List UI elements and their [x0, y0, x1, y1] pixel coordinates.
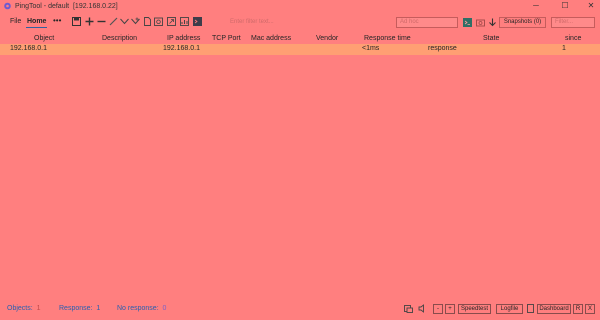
- app-name: PingTool - default: [15, 3, 70, 10]
- download-arrow-icon[interactable]: [488, 18, 497, 27]
- cell-ip-address: 192.168.0.1: [163, 45, 200, 52]
- cell-response-time: <1ms: [362, 45, 380, 52]
- filter-input[interactable]: Filter...: [551, 17, 595, 28]
- snapshots-button[interactable]: Snapshots (0): [499, 17, 546, 28]
- cell-state: response: [428, 45, 457, 52]
- host-address: [192.168.0.22]: [72, 3, 118, 10]
- window-title: PingTool - default [192.168.0.22]: [15, 3, 118, 10]
- terminal-icon[interactable]: [193, 17, 202, 26]
- column-header-state[interactable]: State: [483, 35, 499, 42]
- no-response-label: No response:: [117, 305, 159, 312]
- table-row[interactable]: [0, 44, 600, 55]
- tag-icon[interactable]: [120, 17, 129, 26]
- sound-icon[interactable]: [418, 304, 427, 313]
- column-header-mac-address[interactable]: Mac address: [251, 35, 291, 42]
- clock-icon[interactable]: [154, 17, 163, 26]
- cell-object: 192.168.0.1: [10, 45, 47, 52]
- response-label: Response:: [59, 305, 93, 312]
- close-button[interactable]: ✕: [582, 1, 600, 11]
- dashboard-button[interactable]: Dashboard: [537, 304, 571, 314]
- menu-more[interactable]: •••: [53, 16, 61, 25]
- x-button[interactable]: X: [585, 304, 595, 314]
- app-logo-icon: [3, 2, 12, 10]
- command-prompt-icon[interactable]: [463, 18, 472, 27]
- zoom-in-button[interactable]: +: [445, 304, 455, 314]
- column-header-object[interactable]: Object: [34, 35, 54, 42]
- chart-icon[interactable]: [180, 17, 189, 26]
- maximize-button[interactable]: ☐: [556, 1, 574, 11]
- minimize-button[interactable]: ─: [527, 1, 545, 11]
- edit-icon[interactable]: [109, 17, 118, 26]
- network-icon[interactable]: [404, 304, 413, 313]
- column-header-description[interactable]: Description: [102, 35, 137, 42]
- no-response-count: No response: 0: [117, 305, 166, 312]
- logfile-button[interactable]: Logfile: [496, 304, 523, 314]
- remove-icon[interactable]: [97, 17, 106, 26]
- cell-since: 1: [562, 45, 566, 52]
- zoom-out-button[interactable]: -: [433, 304, 443, 314]
- log-separator-icon: [527, 304, 534, 313]
- menu-home[interactable]: Home: [27, 18, 46, 25]
- export-icon[interactable]: [167, 17, 176, 26]
- menu-file[interactable]: File: [10, 18, 21, 25]
- column-header-vendor[interactable]: Vendor: [316, 35, 338, 42]
- objects-label: Objects:: [7, 305, 33, 312]
- speedtest-button[interactable]: Speedtest: [458, 304, 491, 314]
- objects-count: Objects: 1: [7, 305, 40, 312]
- add-icon[interactable]: [85, 17, 94, 26]
- tag-add-icon[interactable]: [131, 17, 140, 26]
- r-button[interactable]: R: [573, 304, 583, 314]
- page-icon[interactable]: [143, 17, 152, 26]
- no-response-value: 0: [162, 305, 167, 312]
- column-header-since[interactable]: since: [565, 35, 581, 42]
- active-tab-indicator: [26, 27, 47, 28]
- column-header-response-time[interactable]: Response time: [364, 35, 411, 42]
- save-icon[interactable]: [72, 17, 81, 26]
- response-count: Response: 1: [59, 305, 100, 312]
- column-header-tcp-port[interactable]: TCP Port: [212, 35, 241, 42]
- column-header-ip-address[interactable]: IP address: [167, 35, 200, 42]
- ad-hoc-input[interactable]: Ad hoc: [396, 17, 458, 28]
- objects-value: 1: [36, 305, 41, 312]
- camera-icon[interactable]: [476, 18, 485, 27]
- response-value: 1: [96, 305, 101, 312]
- filter-hint-text: Enter filter text...: [230, 19, 274, 25]
